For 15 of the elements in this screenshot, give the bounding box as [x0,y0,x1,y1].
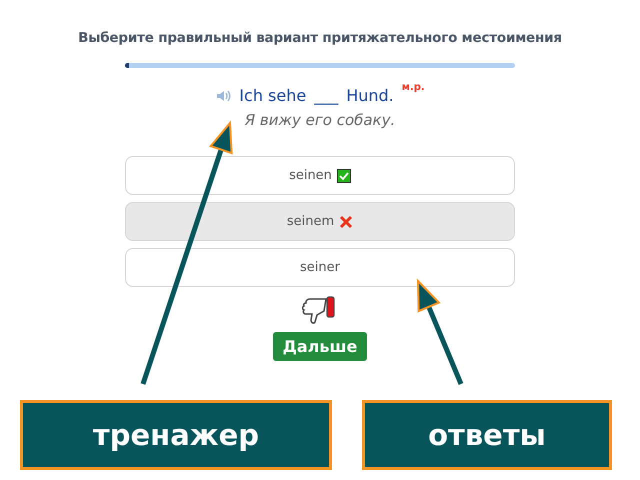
answer-option[interactable]: seinen [125,156,515,195]
check-icon [336,168,351,182]
blank: ___ [314,86,338,105]
next-button[interactable]: Дальше [272,332,368,361]
callout-label: тренажер [20,400,332,470]
sentence-text: Hund. [346,86,394,105]
instruction: Выберите правильный вариант притяжательного местоимения [78,30,562,46]
translation: Я вижу его собаку. [244,111,396,129]
speaker-icon[interactable] [215,88,232,104]
callout-label: ответы [362,400,612,470]
answer-option[interactable]: seinem [125,202,515,241]
sentence-text: Ich sehe [239,86,306,105]
answer-option[interactable]: seiner [125,248,515,287]
cross-icon [339,214,354,228]
gender-note: м.р. [402,82,425,93]
